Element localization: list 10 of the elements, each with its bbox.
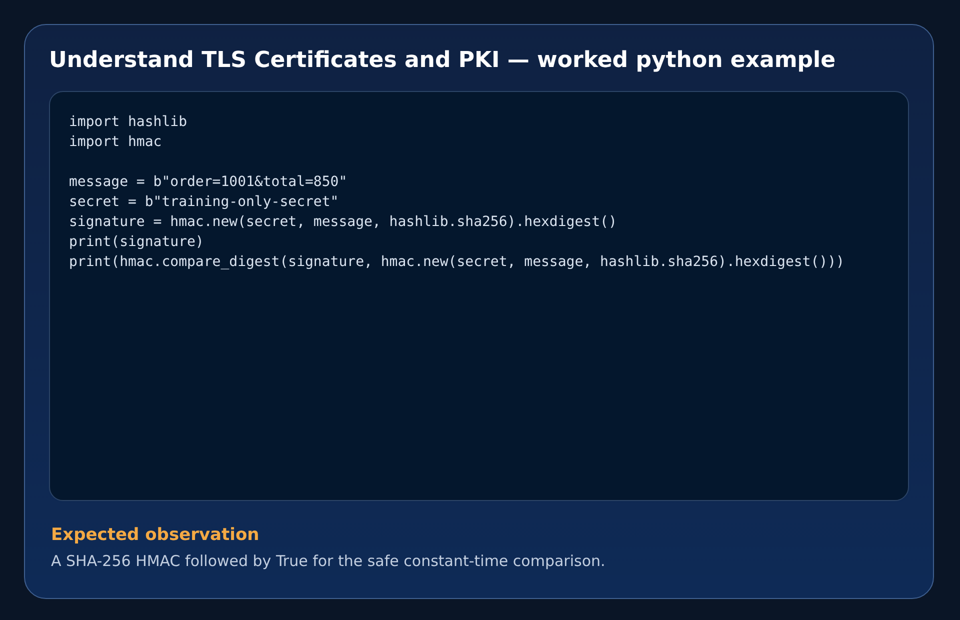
code-line: import hashlib — [69, 113, 188, 132]
code-line: import hmac — [69, 133, 162, 152]
code-line: message = b"order=1001&total=850" — [69, 173, 348, 192]
observation-text: A SHA-256 HMAC followed by True for the safe constant-time comparison. — [50, 551, 606, 572]
code-line: signature = hmac.new(secret, message, hashlib.sha256).hexdigest() — [69, 213, 617, 232]
card-title: Understand TLS Certificates and PKI — worked python example — [49, 47, 836, 75]
code-line: secret = b"training-only-secret" — [69, 193, 339, 212]
code-line: print(hmac.compare_digest(signature, hmac.new(secret, message, hashlib.sha256).hexdigest())) — [69, 253, 844, 272]
code-line: print(signature) — [69, 233, 204, 252]
observation-heading: Expected observation — [50, 524, 260, 547]
